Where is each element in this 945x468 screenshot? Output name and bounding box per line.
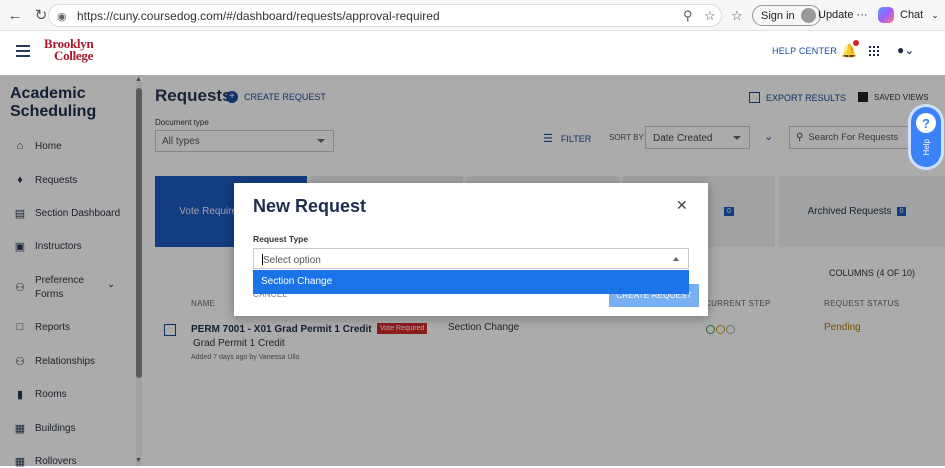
zoom-icon[interactable]: ⚲	[683, 8, 693, 24]
favorite-star-icon[interactable]: ☆	[704, 8, 716, 24]
request-type-select[interactable]: Select option	[253, 248, 689, 269]
question-icon: ?	[916, 113, 936, 133]
chat-label: Chat	[900, 9, 924, 21]
more-icon[interactable]: ···	[857, 9, 868, 21]
modal-title: New Request	[253, 196, 367, 216]
menu-icon[interactable]	[16, 45, 30, 60]
url-text: https://cuny.coursedog.com/#/dashboard/r…	[77, 8, 440, 23]
profile-avatar-icon	[800, 8, 816, 23]
chevron-down-icon[interactable]: ⌄	[931, 10, 939, 21]
help-widget[interactable]: ? Help	[911, 107, 941, 167]
new-request-modal: New Request ✕ Request Type Select option…	[234, 183, 708, 316]
help-center-link[interactable]: HELP CENTER	[772, 46, 837, 56]
back-icon[interactable]: ←	[4, 4, 26, 26]
favorites-icon[interactable]: ☆	[731, 8, 743, 24]
signin-label: Sign in	[761, 9, 795, 22]
dropdown-option-section-change[interactable]: Section Change	[253, 270, 689, 294]
site-info-icon[interactable]: ◉	[57, 10, 69, 23]
caret-up-icon	[673, 257, 679, 261]
update-label: Update	[818, 9, 854, 21]
apps-grid-icon[interactable]	[869, 46, 879, 56]
copilot-icon	[878, 7, 894, 23]
user-menu-icon[interactable]: ●⌄	[897, 43, 914, 57]
help-widget-label: Help	[921, 139, 931, 156]
address-bar[interactable]: ◉ https://cuny.coursedog.com/#/dashboard…	[48, 4, 722, 27]
request-type-label: Request Type	[253, 234, 309, 244]
brooklyn-college-logo[interactable]: Brooklyn College	[44, 37, 94, 63]
logo-line-2: College	[54, 48, 94, 63]
signin-button[interactable]: Sign in	[752, 5, 821, 26]
update-button[interactable]: Update ···	[818, 9, 868, 21]
notification-dot	[853, 40, 859, 46]
request-type-placeholder: Select option	[263, 255, 321, 266]
close-icon[interactable]: ✕	[676, 197, 688, 214]
copilot-chat-button[interactable]: Chat ⌄	[878, 7, 939, 23]
